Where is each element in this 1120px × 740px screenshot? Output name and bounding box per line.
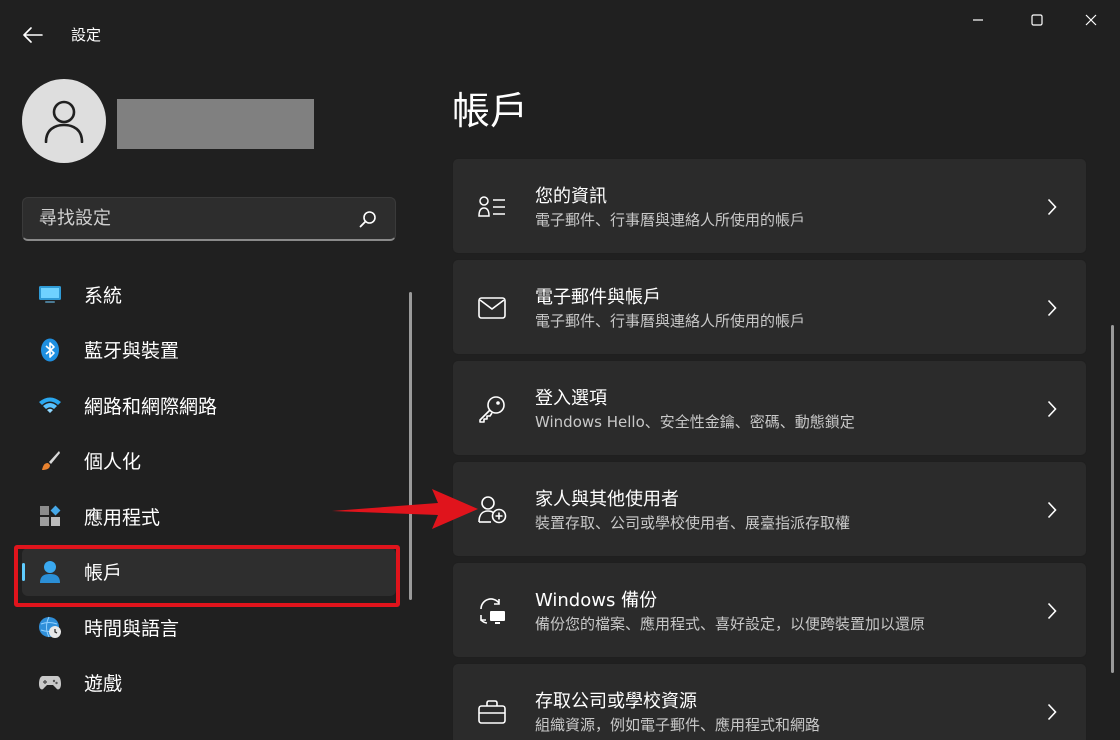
key-icon (477, 394, 507, 424)
bluetooth-icon (38, 338, 62, 362)
chevron-right-icon (1042, 599, 1062, 623)
apps-icon (38, 504, 62, 528)
card-windows-backup[interactable]: Windows 備份 備份您的檔案、應用程式、喜好設定，以便跨裝置加以還原 (452, 562, 1087, 658)
sidebar-item-system[interactable]: 系統 (22, 270, 396, 318)
add-person-icon (477, 495, 507, 525)
card-access-work-school[interactable]: 存取公司或學校資源 組織資源，例如電子郵件、應用程式和網路 (452, 663, 1087, 740)
main-scrollbar[interactable] (1111, 325, 1114, 673)
sidebar-item-label: 時間與語言 (84, 617, 180, 640)
sidebar-scrollbar[interactable] (409, 292, 412, 600)
card-title: 家人與其他使用者 (535, 489, 679, 510)
username-redacted (117, 99, 314, 149)
sidebar-item-network[interactable]: 網路和網際網路 (22, 381, 396, 429)
sidebar-item-label: 帳戶 (84, 562, 123, 584)
chevron-right-icon (1042, 700, 1062, 724)
card-subtitle: Windows Hello、安全性金鑰、密碼、動態鎖定 (535, 413, 855, 431)
active-indicator (22, 562, 25, 581)
card-sign-in-options[interactable]: 登入選項 Windows Hello、安全性金鑰、密碼、動態鎖定 (452, 360, 1087, 456)
back-button[interactable] (18, 20, 48, 50)
sidebar-item-accounts[interactable]: 帳戶 (22, 547, 396, 596)
sidebar-nav: 系統 藍牙與裝置 網路和網際網路 個人化 應用程式 帳戶 時間與語言 遊戲 (22, 270, 396, 714)
monitor-icon (38, 282, 62, 306)
chevron-right-icon (1042, 498, 1062, 522)
card-subtitle: 電子郵件、行事曆與連絡人所使用的帳戶 (535, 312, 806, 330)
close-button[interactable] (1068, 6, 1114, 34)
card-title: 電子郵件與帳戶 (535, 287, 661, 308)
account-icon (38, 560, 62, 584)
arrow-left-icon (23, 27, 43, 43)
maximize-button[interactable] (1014, 6, 1060, 34)
sidebar-item-apps[interactable]: 應用程式 (22, 492, 396, 540)
person-icon (44, 100, 84, 143)
card-email-accounts[interactable]: 電子郵件與帳戶 電子郵件、行事曆與連絡人所使用的帳戶 (452, 259, 1087, 355)
mail-icon (477, 293, 507, 323)
briefcase-icon (477, 697, 507, 727)
card-subtitle: 組織資源，例如電子郵件、應用程式和網路 (535, 716, 821, 734)
search-input[interactable] (39, 208, 357, 229)
sidebar-item-personalization[interactable]: 個人化 (22, 437, 396, 485)
sidebar-item-label: 藍牙與裝置 (84, 340, 180, 362)
sidebar-item-label: 網路和網際網路 (84, 395, 218, 418)
gamepad-icon (38, 671, 62, 695)
card-title: 登入選項 (535, 388, 607, 409)
globe-clock-icon (38, 615, 62, 639)
close-icon (1085, 14, 1097, 26)
chevron-right-icon (1042, 296, 1062, 320)
sidebar-item-label: 遊戲 (84, 673, 123, 695)
search-icon[interactable] (357, 208, 379, 230)
sidebar-item-label: 系統 (84, 284, 123, 307)
user-info-icon (477, 192, 507, 222)
card-subtitle: 電子郵件、行事曆與連絡人所使用的帳戶 (535, 211, 806, 229)
sync-backup-icon (477, 596, 507, 626)
sidebar-item-label: 個人化 (84, 451, 142, 473)
minimize-button[interactable] (955, 6, 1001, 34)
settings-card-list: 您的資訊 電子郵件、行事曆與連絡人所使用的帳戶 電子郵件與帳戶 電子郵件、行事曆… (452, 158, 1090, 740)
minimize-icon (973, 19, 983, 21)
chevron-right-icon (1042, 397, 1062, 421)
card-your-info[interactable]: 您的資訊 電子郵件、行事曆與連絡人所使用的帳戶 (452, 158, 1087, 254)
sidebar-item-bluetooth[interactable]: 藍牙與裝置 (22, 326, 396, 374)
card-subtitle: 備份您的檔案、應用程式、喜好設定，以便跨裝置加以還原 (535, 615, 926, 633)
search-box[interactable] (22, 197, 396, 241)
maximize-icon (1031, 14, 1043, 26)
sidebar-item-gaming[interactable]: 遊戲 (22, 659, 396, 707)
avatar[interactable] (22, 79, 106, 163)
wifi-icon (38, 393, 62, 417)
app-title: 設定 (71, 26, 102, 44)
card-subtitle: 裝置存取、公司或學校使用者、展臺指派存取權 (535, 514, 851, 532)
title-bar: 設定 (0, 0, 1120, 66)
sidebar-item-label: 應用程式 (84, 506, 161, 529)
card-title: 存取公司或學校資源 (535, 691, 697, 712)
sidebar-item-time-language[interactable]: 時間與語言 (22, 603, 396, 651)
brush-icon (38, 449, 62, 473)
page-title: 帳戶 (452, 89, 529, 133)
card-title: Windows 備份 (535, 590, 658, 611)
card-title: 您的資訊 (535, 186, 607, 207)
card-family-other-users[interactable]: 家人與其他使用者 裝置存取、公司或學校使用者、展臺指派存取權 (452, 461, 1087, 557)
chevron-right-icon (1042, 195, 1062, 219)
